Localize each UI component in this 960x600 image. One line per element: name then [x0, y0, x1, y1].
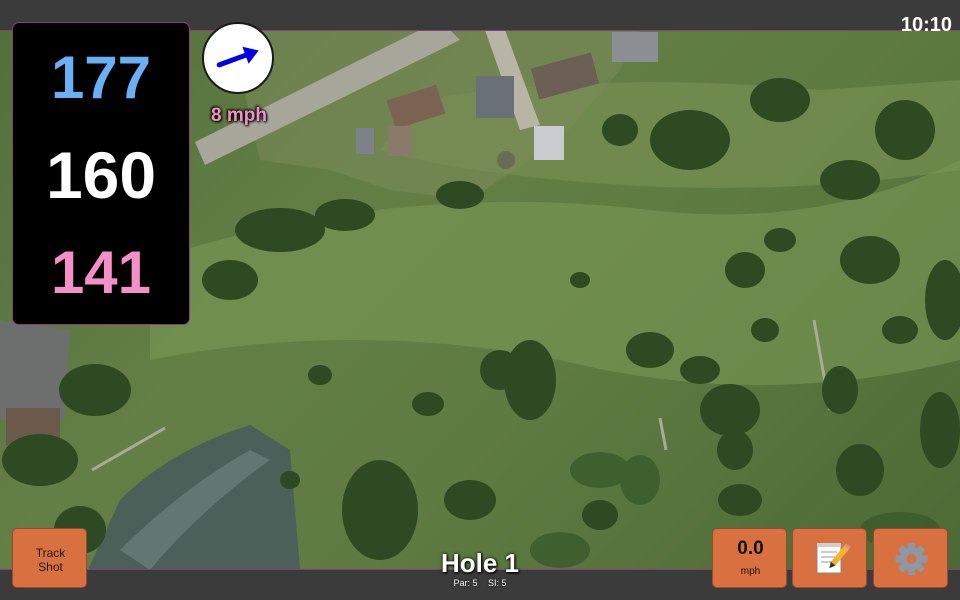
golf-gps-app: 10:10 177 160 141 8 mph Track Shot Hole …	[0, 0, 960, 600]
gear-icon	[895, 543, 928, 575]
hole-stroke-index: SI: 5	[488, 578, 507, 588]
track-shot-label: Track Shot	[35, 546, 66, 574]
wind-speed-label: 8 mph	[211, 105, 267, 126]
clock: 10:10	[900, 14, 952, 36]
front-of-green-distance: 141	[50, 239, 152, 306]
hole-par: Par: 5	[453, 578, 478, 588]
wind-direction-arrow-icon	[216, 46, 259, 68]
wind-indicator[interactable]	[202, 22, 274, 94]
wind-speed-button[interactable]: 0.0 mph	[712, 528, 787, 588]
wind-speed-value: 0.0	[737, 538, 764, 559]
notepad-icon	[816, 543, 851, 574]
middle-of-green-distance: 160	[45, 138, 157, 212]
notes-button[interactable]	[792, 528, 867, 588]
track-shot-button[interactable]: Track Shot	[12, 528, 87, 588]
settings-button[interactable]	[873, 528, 948, 588]
hole-info: Hole 1 Par: 5 SI: 5	[380, 548, 580, 588]
wind-speed-unit: mph	[740, 566, 761, 577]
hole-title: Hole 1	[440, 548, 520, 578]
yardage-panel: 177 160 141	[12, 22, 190, 325]
back-of-green-distance: 177	[50, 44, 152, 111]
hole-par-si: Par: 5 SI: 5	[380, 578, 580, 588]
